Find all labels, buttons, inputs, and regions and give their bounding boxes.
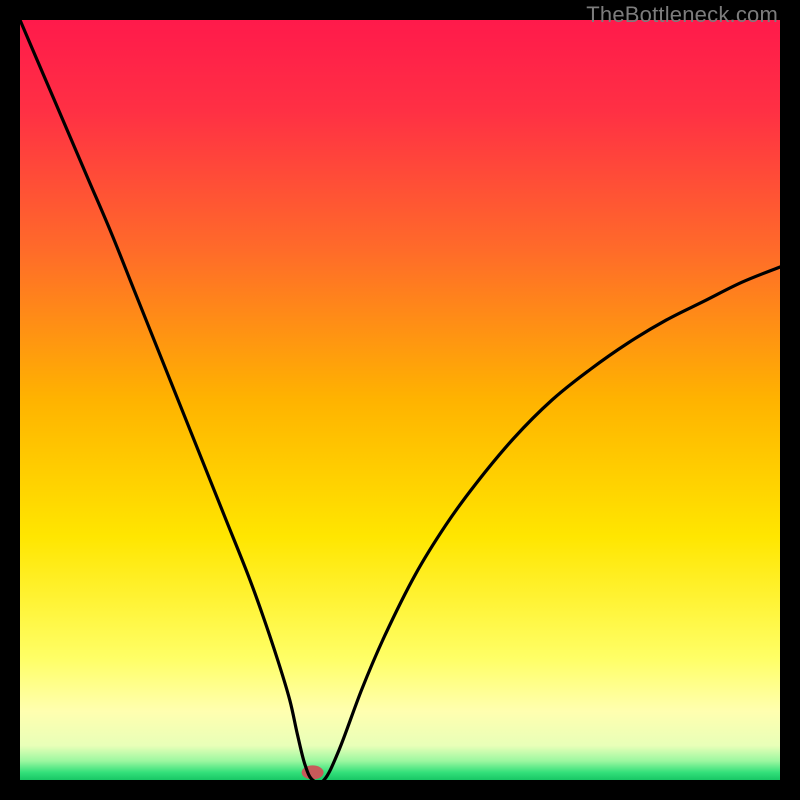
watermark-text: TheBottleneck.com xyxy=(586,2,778,28)
gradient-background xyxy=(20,20,780,780)
bottleneck-chart xyxy=(20,20,780,780)
chart-frame xyxy=(20,20,780,780)
